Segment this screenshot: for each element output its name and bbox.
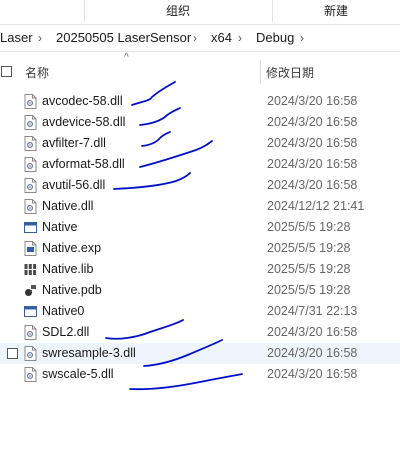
dll-icon	[24, 157, 37, 172]
file-date: 2024/3/20 16:58	[267, 157, 358, 171]
file-name: Native.exp	[42, 241, 102, 255]
file-row[interactable]: Native.dll 2024/12/12 21:41	[0, 196, 400, 217]
file-name: avformat-58.dll	[42, 157, 125, 171]
file-date: 2024/7/31 22:13	[267, 304, 358, 318]
file-name: Native0	[42, 304, 85, 318]
ribbon-group-new: 新建	[323, 4, 348, 18]
file-date: 2025/5/5 19:28	[267, 241, 351, 255]
file-date: 2024/3/20 16:58	[267, 136, 358, 150]
file-name: Native.lib	[42, 262, 94, 276]
file-name: avutil-56.dll	[42, 178, 106, 192]
breadcrumb-debug[interactable]: Debug	[256, 25, 294, 51]
file-date: 2025/5/5 19:28	[267, 262, 351, 276]
sort-ascending-icon: ^	[124, 52, 129, 63]
ribbon-group-organize: 组织	[165, 4, 190, 18]
dll-icon	[24, 178, 37, 193]
file-name: avdevice-58.dll	[42, 115, 126, 129]
application-icon	[24, 221, 37, 236]
application-icon	[24, 305, 37, 320]
file-date: 2024/3/20 16:58	[267, 178, 358, 192]
dll-icon	[24, 94, 37, 109]
file-date: 2024/12/12 21:41	[267, 199, 365, 213]
dll-icon	[24, 136, 37, 151]
ribbon: 组织 新建	[0, 0, 400, 22]
file-row[interactable]: Native.lib 2025/5/5 19:28	[0, 259, 400, 280]
column-header: ^ 名称 修改日期	[0, 52, 400, 90]
breadcrumb-laser[interactable]: Laser	[0, 25, 33, 51]
file-date: 2024/3/20 16:58	[267, 325, 358, 339]
file-date: 2025/5/5 19:28	[267, 220, 351, 234]
select-all-checkbox[interactable]	[1, 66, 12, 77]
dll-icon	[24, 367, 37, 382]
dll-icon	[24, 346, 37, 361]
file-row-hovered[interactable]: swresample-3.dll 2024/3/20 16:58	[0, 343, 400, 364]
address-bar[interactable]: Laser › 20250505 LaserSensor › x64 › Deb…	[0, 24, 400, 52]
file-row[interactable]: SDL2.dll 2024/3/20 16:58	[0, 322, 400, 343]
file-date: 2024/3/20 16:58	[267, 367, 358, 381]
file-row[interactable]: Native.exp 2025/5/5 19:28	[0, 238, 400, 259]
file-name: SDL2.dll	[42, 325, 90, 339]
file-date: 2025/5/5 19:28	[267, 283, 351, 297]
file-name: Native.dll	[42, 199, 94, 213]
file-row[interactable]: avdevice-58.dll 2024/3/20 16:58	[0, 112, 400, 133]
file-name: Native.pdb	[42, 283, 102, 297]
file-row[interactable]: avformat-58.dll 2024/3/20 16:58	[0, 154, 400, 175]
file-row[interactable]: avfilter-7.dll 2024/3/20 16:58	[0, 133, 400, 154]
column-name-header[interactable]: 名称	[25, 64, 49, 81]
file-date: 2024/3/20 16:58	[267, 115, 358, 129]
file-name: avcodec-58.dll	[42, 94, 123, 108]
file-date: 2024/3/20 16:58	[267, 94, 358, 108]
file-date: 2024/3/20 16:58	[267, 346, 358, 360]
row-select-checkbox[interactable]	[7, 348, 18, 359]
file-row[interactable]: Native.pdb 2025/5/5 19:28	[0, 280, 400, 301]
file-name: Native	[42, 220, 78, 234]
file-name: swscale-5.dll	[42, 367, 114, 381]
breadcrumb-project[interactable]: 20250505 LaserSensor	[56, 25, 191, 51]
exp-file-icon	[24, 241, 37, 256]
breadcrumb-chevron-icon[interactable]: ›	[38, 25, 42, 51]
dll-icon	[24, 325, 37, 340]
breadcrumb-x64[interactable]: x64	[211, 25, 232, 51]
file-row[interactable]: Native0 2024/7/31 22:13	[0, 301, 400, 322]
file-row[interactable]: Native 2025/5/5 19:28	[0, 217, 400, 238]
breadcrumb-chevron-icon[interactable]: ›	[238, 25, 242, 51]
file-row[interactable]: swscale-5.dll 2024/3/20 16:58	[0, 364, 400, 385]
pdb-file-icon	[24, 283, 37, 298]
lib-file-icon	[24, 263, 37, 278]
file-name: swresample-3.dll	[42, 346, 136, 360]
dll-icon	[24, 115, 37, 130]
breadcrumb-chevron-icon[interactable]: ›	[300, 25, 304, 51]
column-modified-header[interactable]: 修改日期	[266, 64, 314, 81]
file-row[interactable]: avcodec-58.dll 2024/3/20 16:58	[0, 91, 400, 112]
file-row[interactable]: avutil-56.dll 2024/3/20 16:58	[0, 175, 400, 196]
file-name: avfilter-7.dll	[42, 136, 106, 150]
breadcrumb-chevron-icon[interactable]: ›	[193, 25, 197, 51]
column-divider[interactable]	[260, 60, 261, 84]
dll-icon	[24, 199, 37, 214]
